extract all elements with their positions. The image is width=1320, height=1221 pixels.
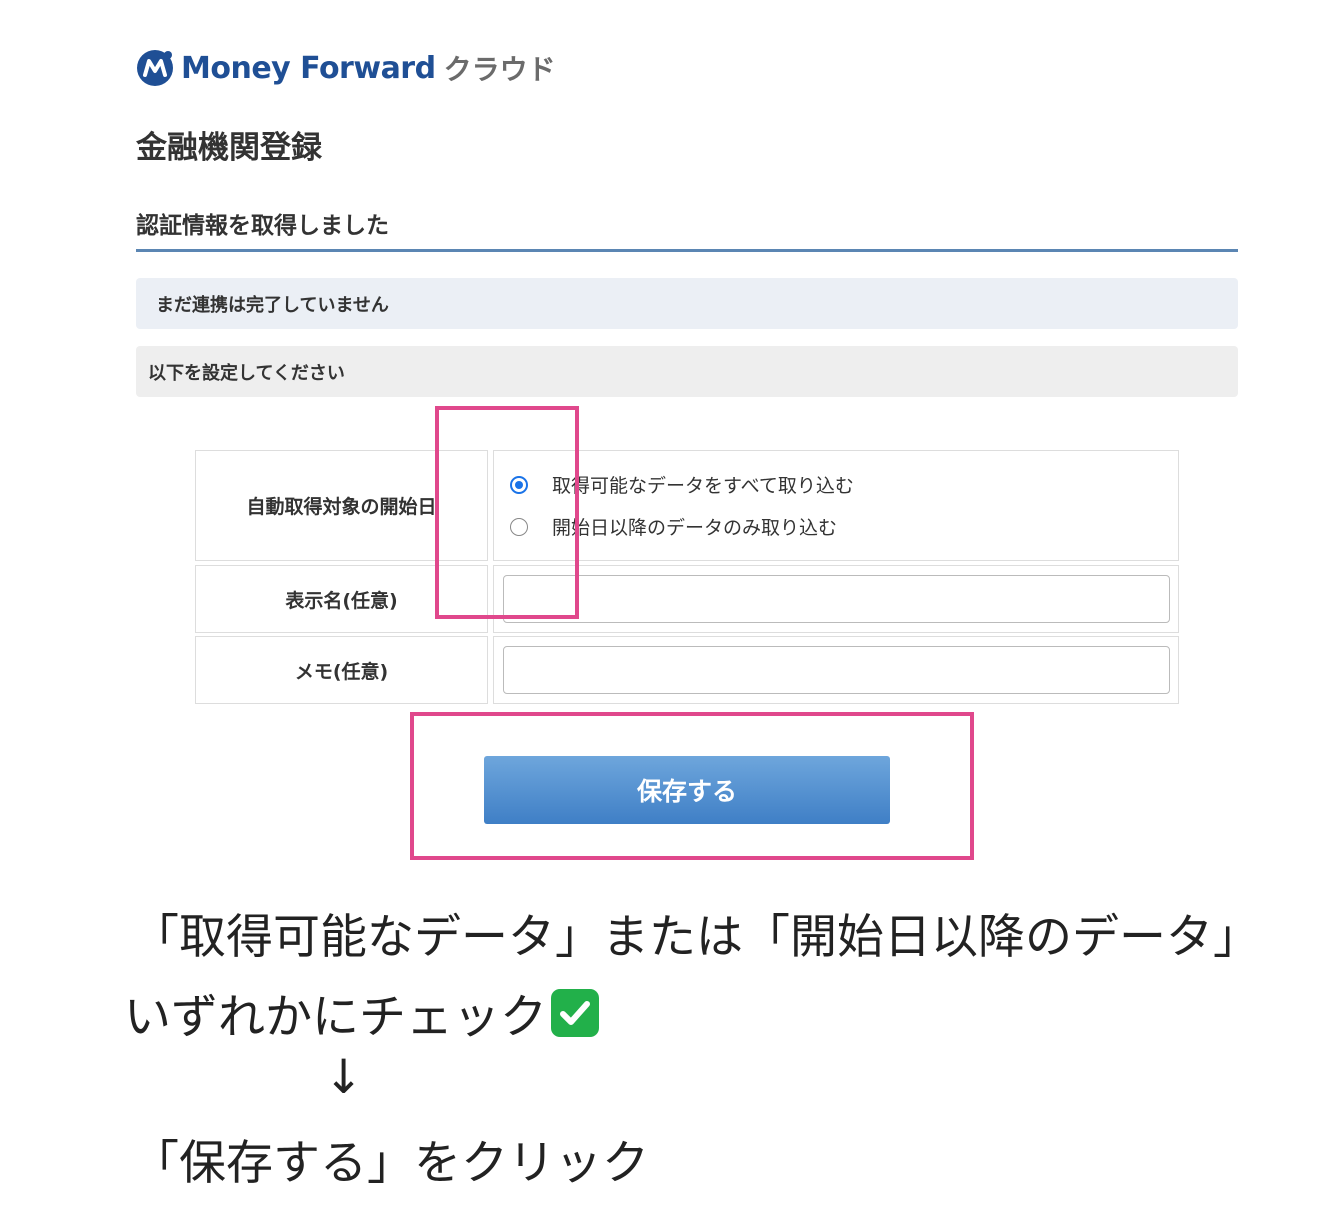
page-title: 金融機関登録 (136, 130, 322, 166)
highlight-box-save-button (410, 712, 974, 860)
notice-please-set: 以下を設定してください (136, 346, 1238, 397)
highlight-box-radio-options (435, 406, 579, 619)
radio-all-data-label: 取得可能なデータをすべて取り込む (552, 475, 854, 497)
down-arrow-icon: ↓ (324, 1050, 364, 1105)
instruction-line-2-text: いずれかにチェック (124, 990, 547, 1045)
brand-name: Money Forward (181, 50, 436, 86)
form-row-memo: メモ(任意) (195, 636, 1179, 704)
notice-not-linked: まだ連携は完了していません (136, 278, 1238, 329)
form-row-display-name: 表示名(任意) (195, 565, 1179, 633)
instruction-line-2: いずれかにチェック (124, 978, 599, 1047)
display-name-input[interactable] (503, 575, 1170, 623)
money-forward-logo-icon (137, 50, 173, 86)
notice-not-linked-text: まだ連携は完了していません (156, 294, 389, 316)
instruction-line-1: 「取得可能なデータ」または「開始日以降のデータ」 (132, 910, 1260, 965)
brand-suffix: クラウド (443, 53, 556, 86)
brand-logo: Money Forward クラウド (135, 45, 556, 91)
form-row-start-date: 自動取得対象の開始日 取得可能なデータをすべて取り込む 開始日以降のデータのみ取… (195, 450, 1179, 561)
memo-cell (493, 636, 1179, 704)
start-date-options: 取得可能なデータをすべて取り込む 開始日以降のデータのみ取り込む (493, 450, 1179, 561)
check-mark-button-icon (551, 988, 599, 1037)
radio-after-start-date-label: 開始日以降のデータのみ取り込む (552, 517, 838, 539)
memo-input[interactable] (503, 646, 1170, 694)
notice-please-set-text: 以下を設定してください (148, 362, 345, 384)
memo-label: メモ(任意) (195, 636, 488, 704)
instruction-line-3: 「保存する」をクリック (132, 1136, 649, 1191)
section-divider (136, 249, 1238, 252)
section-title: 認証情報を取得しました (136, 213, 389, 239)
display-name-cell (493, 565, 1179, 633)
